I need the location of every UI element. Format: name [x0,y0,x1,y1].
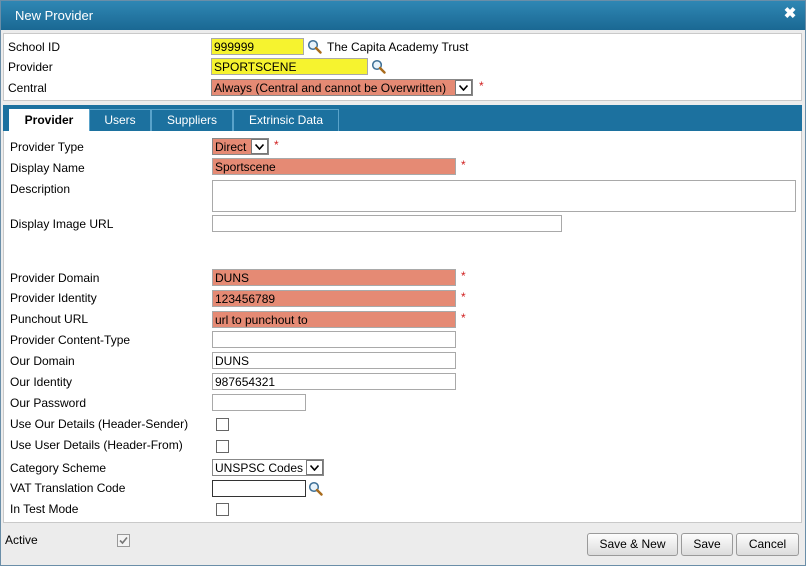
description-field[interactable] [212,180,796,212]
display-name-field[interactable]: Sportscene [212,158,456,175]
category-scheme-value: UNSPSC Codes [215,461,304,475]
provider-type-select[interactable]: Direct [212,138,269,155]
vat-translation-code-label: VAT Translation Code [10,481,126,495]
in-test-mode-checkbox[interactable] [216,503,229,516]
display-image-url-field[interactable] [212,215,562,232]
save-button[interactable]: Save [681,533,733,556]
our-domain-field[interactable]: DUNS [212,352,456,369]
provider-search-icon[interactable] [371,59,386,74]
central-select[interactable]: Always (Central and cannot be Overwritte… [211,79,473,96]
category-scheme-select[interactable]: UNSPSC Codes [212,459,324,476]
required-star: * [461,158,466,172]
active-checkbox[interactable] [117,534,130,547]
provider-form: Provider Type Direct * Display Name Spor… [3,131,802,523]
vat-translation-code-field[interactable] [212,480,306,497]
provider-content-type-field[interactable] [212,331,456,348]
required-star: * [479,79,484,93]
use-user-details-checkbox[interactable] [216,440,229,453]
checkmark-icon [119,536,128,545]
save-and-new-button[interactable]: Save & New [587,533,678,556]
punchout-url-label: Punchout URL [10,312,89,326]
cancel-button[interactable]: Cancel [736,533,799,556]
header-panel: School ID 999999 The Capita Academy Trus… [3,33,802,101]
our-identity-field[interactable]: 987654321 [212,373,456,390]
use-user-details-label: Use User Details (Header-From) [10,438,183,452]
use-our-details-checkbox[interactable] [216,418,229,431]
category-scheme-label: Category Scheme [10,461,107,475]
tab-strip: Provider Users Suppliers Extrinsic Data [3,105,802,131]
our-domain-label: Our Domain [10,354,75,368]
our-password-label: Our Password [10,396,87,410]
provider-domain-field[interactable]: DUNS [212,269,456,286]
tab-provider[interactable]: Provider [9,109,89,131]
chevron-down-icon[interactable] [455,80,472,95]
tab-suppliers[interactable]: Suppliers [151,109,233,131]
school-id-field[interactable]: 999999 [211,38,304,55]
in-test-mode-label: In Test Mode [10,502,79,516]
required-star: * [274,138,279,152]
required-star: * [461,311,466,325]
use-our-details-label: Use Our Details (Header-Sender) [10,417,189,431]
new-provider-dialog: New Provider ✖ School ID 999999 The Capi… [0,0,806,566]
provider-label: Provider [8,60,53,74]
central-label: Central [8,81,47,95]
central-select-value: Always (Central and cannot be Overwritte… [214,81,447,95]
tab-extrinsic-data[interactable]: Extrinsic Data [233,109,339,131]
display-image-url-label: Display Image URL [10,217,114,231]
chevron-down-icon[interactable] [306,460,323,475]
school-name: The Capita Academy Trust [327,40,469,54]
school-id-label: School ID [8,40,61,54]
vat-search-icon[interactable] [308,481,323,496]
display-name-label: Display Name [10,161,85,175]
provider-type-label: Provider Type [10,140,84,154]
provider-field[interactable]: SPORTSCENE [211,58,368,75]
provider-identity-label: Provider Identity [10,291,97,305]
active-label: Active [5,533,38,547]
required-star: * [461,269,466,283]
provider-type-value: Direct [215,140,247,154]
tab-users[interactable]: Users [89,109,151,131]
chevron-down-icon[interactable] [251,139,268,154]
required-star: * [461,290,466,304]
punchout-url-field[interactable]: url to punchout to [212,311,456,328]
dialog-titlebar[interactable]: New Provider ✖ [1,1,805,30]
dialog-title: New Provider [15,8,94,23]
provider-domain-label: Provider Domain [10,271,100,285]
school-search-icon[interactable] [307,39,322,54]
close-icon[interactable]: ✖ [783,6,797,21]
our-identity-label: Our Identity [10,375,73,389]
provider-identity-field[interactable]: 123456789 [212,290,456,307]
our-password-field[interactable] [212,394,306,411]
description-label: Description [10,182,71,196]
provider-content-type-label: Provider Content-Type [10,333,131,347]
